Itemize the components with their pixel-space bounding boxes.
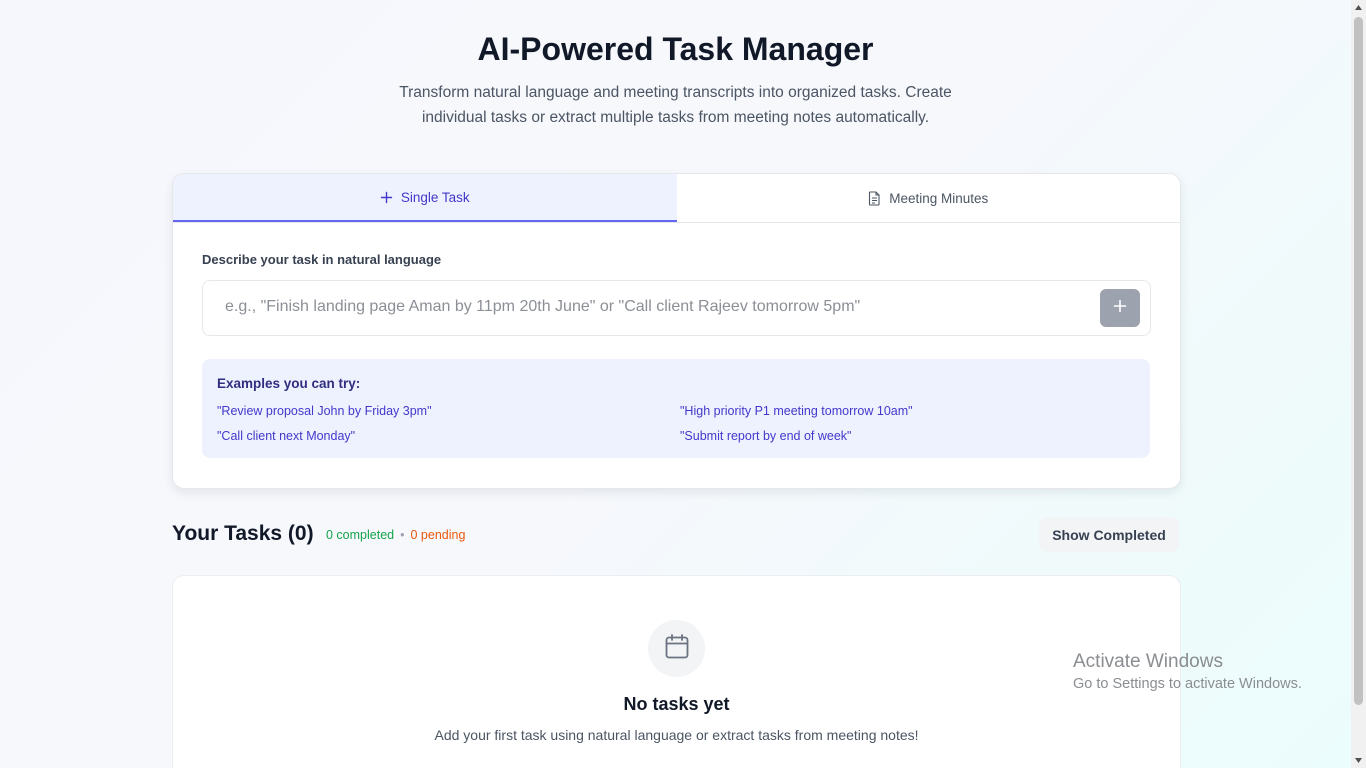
example-item[interactable]: "Review proposal John by Friday 3pm" [217,404,432,418]
task-input-container [202,280,1151,336]
empty-state-card: No tasks yet Add your first task using n… [172,575,1181,768]
plus-icon [1113,299,1127,318]
task-input-label: Describe your task in natural language [202,252,442,267]
vertical-scrollbar[interactable] [1351,0,1366,768]
example-item[interactable]: "Submit report by end of week" [680,429,851,443]
watermark-subtitle: Go to Settings to activate Windows. [1073,676,1302,692]
task-stats: 0 completed • 0 pending [326,528,465,542]
watermark-title: Activate Windows [1073,651,1223,672]
tab-bar: Single Task Meeting Minutes [173,174,1180,223]
add-task-button[interactable] [1100,289,1140,327]
empty-state-icon-wrap [648,620,705,677]
example-item[interactable]: "High priority P1 meeting tomorrow 10am" [680,404,913,418]
scrollbar-thumb[interactable] [1354,17,1363,705]
empty-state-title: No tasks yet [623,694,730,714]
tab-label: Meeting Minutes [889,190,989,206]
examples-box: Examples you can try: "Review proposal J… [202,359,1150,458]
plus-icon [380,191,393,204]
example-item[interactable]: "Call client next Monday" [217,429,355,443]
stat-separator: • [400,528,405,542]
page: AI-Powered Task Manager Transform natura… [0,0,1351,768]
tab-meeting-minutes[interactable]: Meeting Minutes [676,174,1180,222]
task-input-card: Single Task Meeting Minutes Describe you… [172,173,1181,489]
task-input[interactable] [204,282,1084,332]
scroll-up-arrow-icon[interactable] [1351,0,1366,15]
completed-count: 0 completed [326,528,395,542]
show-completed-button[interactable]: Show Completed [1039,517,1179,552]
page-title: AI-Powered Task Manager [477,31,874,67]
scroll-down-arrow-icon[interactable] [1351,753,1366,768]
tab-single-task[interactable]: Single Task [173,174,677,222]
calendar-icon [664,633,690,665]
examples-title: Examples you can try: [217,376,361,391]
page-subtitle: Transform natural language and meeting t… [399,84,952,126]
tasks-heading: Your Tasks (0) [172,522,314,545]
pending-count: 0 pending [410,528,466,542]
activate-windows-watermark: Activate Windows Go to Settings to activ… [1073,651,1302,696]
tab-label: Single Task [400,189,470,205]
empty-state-description: Add your first task using natural langua… [434,727,919,743]
document-icon [868,190,881,206]
